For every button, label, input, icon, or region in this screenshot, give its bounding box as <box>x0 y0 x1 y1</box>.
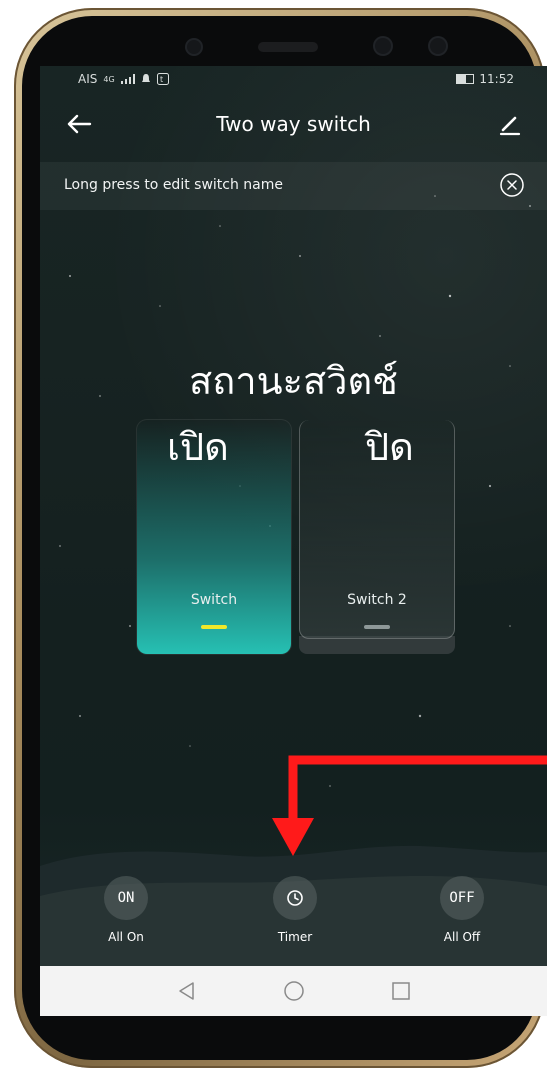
switch-1-label: Switch <box>190 592 238 608</box>
page-title: Two way switch <box>216 112 371 136</box>
all-off-action[interactable]: OFF All Off <box>422 876 502 944</box>
hint-text: Long press to edit switch name <box>64 177 283 193</box>
hint-banner: Long press to edit switch name <box>40 162 547 210</box>
nav-back-button[interactable] <box>175 979 199 1003</box>
all-off-label: All Off <box>443 930 481 944</box>
annotation-off-label: ปิด <box>365 425 414 469</box>
svg-text:t: t <box>160 75 163 84</box>
switch-2-label: Switch 2 <box>347 592 407 608</box>
carrier-name: AIS <box>78 72 98 86</box>
signal-icon <box>120 74 135 84</box>
clock-time: 11:52 <box>479 72 514 86</box>
switch-1-on-indicator <box>201 625 227 629</box>
edit-button[interactable] <box>497 112 523 138</box>
all-on-label: All On <box>108 930 144 944</box>
front-camera-2 <box>430 38 446 54</box>
pencil-icon <box>499 116 521 136</box>
all-on-button[interactable]: ON <box>104 876 148 920</box>
timer-label: Timer <box>277 930 313 944</box>
timer-button[interactable] <box>273 876 317 920</box>
network-type: 4G <box>103 74 115 84</box>
square-recents-icon <box>392 982 410 1000</box>
battery-icon <box>456 74 475 84</box>
annotation-on-label: เปิด <box>167 425 229 469</box>
notification-bell-icon <box>141 74 150 82</box>
switch-2-off-indicator <box>364 625 390 629</box>
triangle-back-icon <box>179 982 194 1000</box>
all-on-action[interactable]: ON All On <box>86 876 166 944</box>
status-bar: AIS 4G t 11:52 <box>40 66 547 94</box>
system-navigation-bar <box>40 966 547 1016</box>
annotation-status-title: สถานะสวิตช์ <box>189 359 398 403</box>
front-camera <box>375 38 391 54</box>
top-app-bar: Two way switch <box>40 102 547 148</box>
all-off-button[interactable]: OFF <box>440 876 484 920</box>
dismiss-banner-button[interactable] <box>499 172 525 198</box>
front-sensor <box>187 40 201 54</box>
clock-icon <box>287 890 303 906</box>
earpiece-speaker <box>258 42 318 52</box>
nav-home-button[interactable] <box>282 979 306 1003</box>
bulk-actions-bar: ON All On Timer OFF All Off <box>40 876 547 956</box>
close-circle-icon <box>500 173 524 197</box>
nav-recents-button[interactable] <box>389 979 413 1003</box>
timer-action[interactable]: Timer <box>255 876 335 944</box>
app-notification-icon: t <box>156 73 169 85</box>
app-screen: AIS 4G t 11:52 Two way switch Long press… <box>40 66 547 1016</box>
circle-home-icon <box>284 981 304 1001</box>
